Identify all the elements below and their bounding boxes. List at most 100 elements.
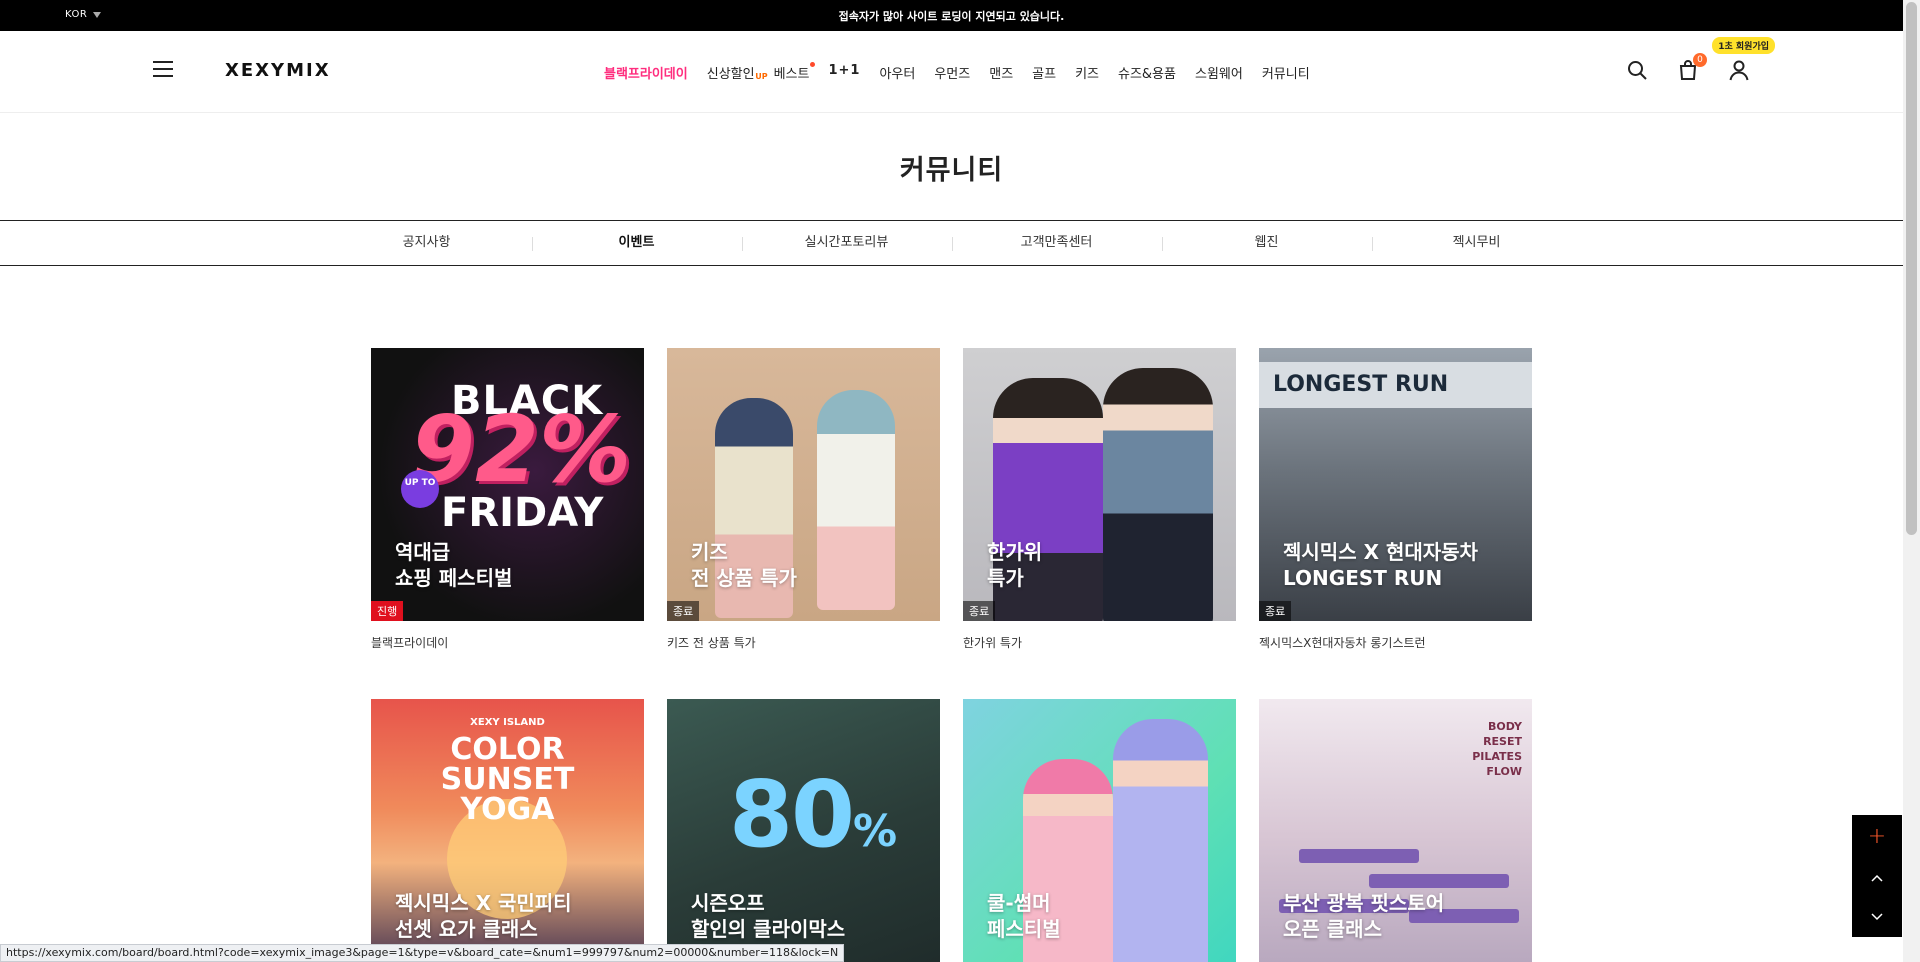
nav-item[interactable]: 신상할인 UP — [706, 63, 768, 82]
event-caption: 시즌오프 할인의 클라이막스 — [691, 891, 846, 941]
main-nav: 블랙프라이데이 신상할인 UP 베스트 1+1 아우터 우먼즈 맨즈 골프 키즈 슈즈&용품 스윔웨어… — [604, 62, 1329, 82]
site-header: XEXYMIX 블랙프라이데이 신상할인 UP 베스트 1+1 아우터 우먼즈 맨즈 골프 키즈 슈… — [0, 31, 1903, 113]
status-url: https://xexymix.com/board/board.html?cod… — [0, 944, 845, 962]
art-text: BODY RESET PILATES FLOW — [1472, 720, 1522, 778]
header-icons: 0 1초 회원가입 — [1625, 37, 1775, 82]
event-card[interactable]: XEXY ISLAND COLOR SUNSET YOGA 젝시믹스 X 국민피티 … — [371, 699, 644, 962]
notice-bar: KOR 접속자가 많아 사이트 로딩이 지연되고 있습니다. — [0, 0, 1903, 31]
nav-item[interactable]: 골프 — [1032, 63, 1056, 82]
cart-icon[interactable]: 0 — [1676, 53, 1707, 82]
event-thumbnail[interactable]: XEXY ISLAND COLOR SUNSET YOGA 젝시믹스 X 국민피티 … — [371, 699, 644, 962]
nav-item[interactable]: 우먼즈 — [934, 63, 970, 82]
art-figure — [1103, 368, 1213, 621]
nav-item[interactable]: 블랙프라이데이 — [604, 63, 688, 82]
nav-item[interactable]: 맨즈 — [989, 63, 1013, 82]
event-thumbnail[interactable]: 80% 시즌오프 할인의 클라이막스 — [667, 699, 940, 962]
nav-item[interactable]: 스윔웨어 — [1195, 63, 1243, 82]
event-caption: 한가위 특가 — [987, 540, 1043, 590]
event-thumbnail[interactable]: 쿨-썸머 페스티벌 — [963, 699, 1236, 962]
tab-3[interactable]: 고객만족센터 — [951, 221, 1162, 265]
event-thumbnail[interactable]: 키즈 전 상품 특가종료 — [667, 348, 940, 621]
event-grid: BLACK 92% FRIDAY UP TO 역대급 쇼핑 페스티벌 진행 블랙프라이데이 키… — [371, 348, 1532, 962]
tab-1[interactable]: 이벤트 — [531, 221, 742, 265]
tab-5[interactable]: 젝시무비 — [1371, 221, 1582, 265]
join-badge[interactable]: 1초 회원가입 — [1712, 37, 1775, 54]
event-caption: 젝시믹스 X 현대자동차 LONGEST RUN — [1283, 540, 1478, 590]
browser-page: KOR 접속자가 많아 사이트 로딩이 지연되고 있습니다. XEXYMIX 블… — [0, 0, 1920, 962]
page-title: 커뮤니티 — [899, 155, 1004, 186]
nav-item-label: 베스트 — [773, 67, 810, 82]
user-icon[interactable]: 1초 회원가입 — [1712, 37, 1775, 82]
event-title[interactable]: 키즈 전 상품 특가 — [667, 634, 940, 651]
event-title[interactable]: 젝시믹스X현대자동차 롱기스트런 — [1259, 634, 1532, 651]
event-caption: 키즈 전 상품 특가 — [691, 540, 797, 590]
event-card[interactable]: LONGEST RUN 젝시믹스 X 현대자동차 LONGEST RUN 종료젝시믹… — [1259, 348, 1532, 651]
notice-message: 접속자가 많아 사이트 로딩이 지연되고 있습니다. — [838, 10, 1065, 23]
community-tabs: 공지사항 이벤트 실시간포토리뷰 고객만족센터 웹진 젝시무비 — [0, 220, 1903, 266]
event-caption: 젝시믹스 X 국민피티 선셋 요가 클래스 — [395, 891, 572, 941]
nav-item-label: 1+1 — [828, 63, 861, 78]
tab-2[interactable]: 실시간포토리뷰 — [741, 221, 952, 265]
event-thumbnail[interactable]: 한가위 특가종료 — [963, 348, 1236, 621]
art-text: 80% — [729, 761, 897, 868]
art-mat — [1369, 874, 1509, 888]
nav-item-label: 신상할인 — [706, 67, 755, 82]
nav-item[interactable]: 커뮤니티 — [1262, 63, 1310, 82]
up-badge: UP — [755, 72, 768, 81]
nav-item[interactable]: 아우터 — [879, 63, 915, 82]
art-text: 92% — [411, 396, 632, 503]
cart-count-badge: 0 — [1693, 53, 1707, 67]
nav-item-label: 키즈 — [1075, 67, 1099, 82]
status-badge: 종료 — [1259, 601, 1292, 621]
art-text: LONGEST RUN — [1259, 362, 1532, 408]
event-card[interactable]: BODY RESET PILATES FLOW 부산 광복 핏스토어 오픈 클래스 — [1259, 699, 1532, 962]
tab-4[interactable]: 웹진 — [1161, 221, 1372, 265]
event-caption: 쿨-썸머 페스티벌 — [987, 891, 1061, 941]
viewport: KOR 접속자가 많아 사이트 로딩이 지연되고 있습니다. XEXYMIX 블… — [0, 0, 1903, 962]
nav-item-label: 아우터 — [879, 67, 916, 82]
event-card[interactable]: 키즈 전 상품 특가 종료 키즈 전 상품 특가 — [667, 348, 940, 651]
nav-item-label: 골프 — [1032, 67, 1057, 82]
nav-item-label: 스윔웨어 — [1194, 67, 1243, 82]
status-badge: 진행 — [371, 601, 404, 621]
event-card[interactable]: 한가위 특가 종료 한가위 특가 — [963, 348, 1236, 651]
menu-icon[interactable] — [153, 61, 173, 79]
art-figure — [1113, 719, 1208, 962]
event-thumbnail[interactable]: LONGEST RUN 젝시믹스 X 현대자동차 LONGEST RUN 종료 — [1259, 348, 1532, 621]
search-icon[interactable] — [1625, 58, 1649, 82]
logo[interactable]: XEXYMIX — [225, 60, 331, 81]
event-caption: 부산 광복 핏스토어 오픈 클래스 — [1283, 891, 1445, 941]
scrollbar[interactable] — [1903, 0, 1920, 962]
status-badge: 종료 — [667, 601, 700, 621]
event-title[interactable]: 블랙프라이데이 — [371, 634, 644, 651]
event-thumbnail[interactable]: BLACK 92% FRIDAY UP TO 역대급 쇼핑 페스티벌 진행 — [371, 348, 644, 621]
nav-item-label: 블랙프라이데이 — [604, 67, 688, 82]
art-text: FRIDAY — [441, 490, 604, 536]
event-thumbnail[interactable]: BODY RESET PILATES FLOW 부산 광복 핏스토어 오픈 클래스 — [1259, 699, 1532, 962]
event-card[interactable]: 쿨-썸머 페스티벌 — [963, 699, 1236, 962]
event-caption: 역대급 쇼핑 페스티벌 — [395, 540, 513, 590]
event-card[interactable]: BLACK 92% FRIDAY UP TO 역대급 쇼핑 페스티벌 진행 블랙프라이데이 — [371, 348, 644, 651]
event-title[interactable]: 한가위 특가 — [963, 634, 1236, 651]
new-dot-icon — [810, 62, 816, 67]
art-text: UP TO — [401, 470, 439, 508]
art-figure — [817, 390, 895, 610]
event-card[interactable]: 80% 시즌오프 할인의 클라이막스 — [667, 699, 940, 962]
nav-item[interactable]: 슈즈&용품 — [1118, 63, 1176, 82]
scroll-up-icon[interactable] — [1852, 858, 1902, 897]
art-text: COLOR SUNSET YOGA — [440, 732, 575, 827]
nav-item[interactable]: 키즈 — [1075, 63, 1099, 82]
status-badge: 종료 — [963, 601, 996, 621]
nav-item[interactable]: 1+1 — [828, 63, 860, 82]
scroll-down-icon[interactable] — [1852, 898, 1902, 937]
nav-item-label: 맨즈 — [989, 67, 1014, 82]
nav-item[interactable]: 베스트 — [773, 62, 816, 82]
plus-icon[interactable]: + — [1852, 815, 1902, 858]
scrollbar-thumb[interactable] — [1906, 2, 1917, 535]
tab-0[interactable]: 공지사항 — [322, 221, 532, 265]
nav-item-label: 커뮤니티 — [1261, 67, 1310, 82]
nav-item-label: 슈즈&용품 — [1118, 67, 1176, 82]
art-mat — [1299, 849, 1419, 863]
art-text: XEXY ISLAND — [470, 717, 545, 728]
floating-widget: + — [1852, 815, 1902, 937]
